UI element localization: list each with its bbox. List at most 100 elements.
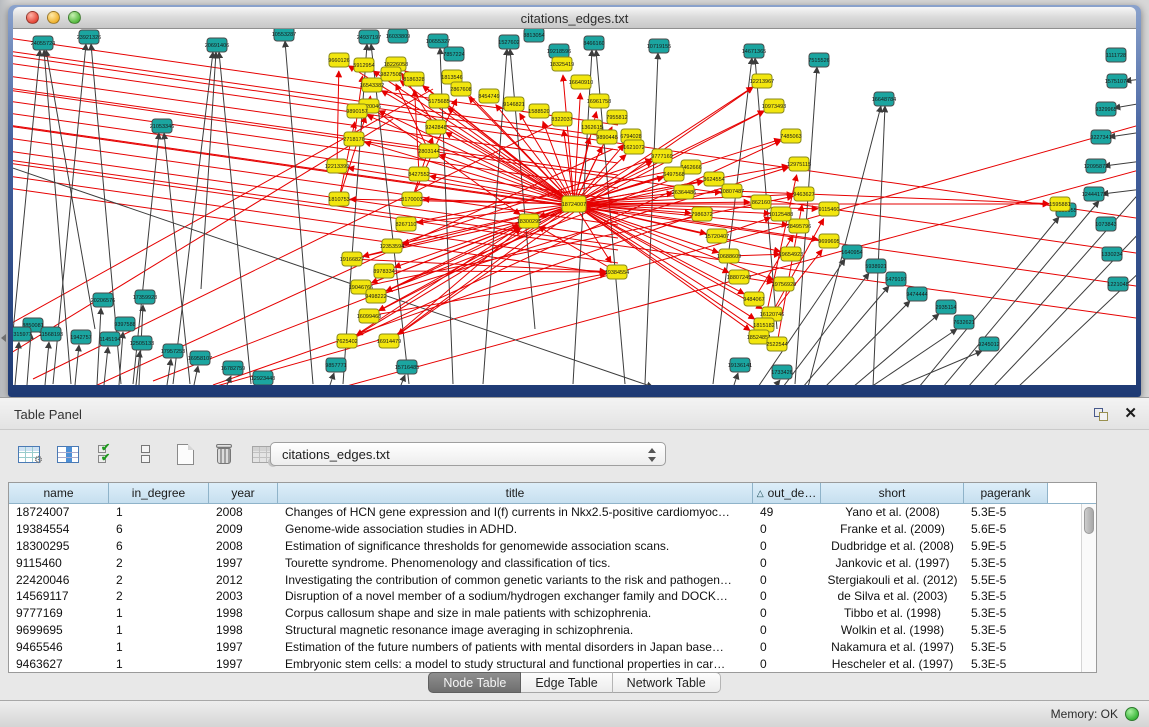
- network-node-label: 9245012: [978, 342, 999, 348]
- table-cell: 1: [109, 657, 209, 671]
- network-node-label: 2522544: [766, 342, 787, 348]
- table-cell: 9699695: [9, 623, 109, 637]
- table-row[interactable]: 911546021997Tourette syndrome. Phenomeno…: [9, 554, 1096, 571]
- network-node-label: 8466160: [583, 41, 604, 47]
- table-settings-button[interactable]: ⚙: [14, 439, 44, 469]
- network-node-label: 8322037: [551, 117, 572, 123]
- table-row[interactable]: 1456911722003Disruption of a novel membe…: [9, 588, 1096, 605]
- network-node-label: 15751074: [1105, 79, 1129, 85]
- network-node-label: 8267110: [395, 222, 416, 228]
- network-node-label: 16961758: [587, 99, 611, 105]
- tab-node-table[interactable]: Node Table: [428, 672, 521, 693]
- table-cell: 5.3E-5: [964, 589, 1048, 603]
- network-node-label: 1640954: [841, 250, 862, 256]
- table-cell: 18724007: [9, 505, 109, 519]
- network-node-label: 11568193: [39, 332, 63, 338]
- table-row[interactable]: 977716911998Corpus callosum shape and si…: [9, 605, 1096, 622]
- table-cell: Stergiakouli et al. (2012): [821, 573, 964, 587]
- table-cell: 1: [109, 505, 209, 519]
- table-type-tabs: Node TableEdge TableNetwork Table: [0, 672, 1149, 693]
- network-node-label: 9890157: [346, 109, 367, 115]
- network-node-label: 1813546: [441, 75, 462, 81]
- network-node-label: 12975115: [787, 162, 811, 168]
- table-cell: Tibbo et al. (1998): [821, 606, 964, 620]
- network-node-label: 10688609: [717, 254, 741, 260]
- table-row[interactable]: 1872400712008Changes of HCN gene express…: [9, 504, 1096, 521]
- table-cell: Jankovic et al. (1997): [821, 556, 964, 570]
- network-node-label: 10807487: [720, 189, 744, 195]
- network-node-label: 9857771: [325, 363, 346, 369]
- table-selector-dropdown[interactable]: citations_edges.txt: [270, 442, 666, 466]
- table-row[interactable]: 1830029562008Estimation of significance …: [9, 538, 1096, 555]
- table-cell: Embryonic stem cells: a model to study s…: [278, 657, 753, 671]
- table-cell: 2: [109, 589, 209, 603]
- network-node-label: 1595881: [1049, 202, 1070, 208]
- network-node-label: 9463627: [793, 192, 814, 198]
- table-cell: 1998: [209, 623, 278, 637]
- network-node-label: 6479197: [885, 277, 906, 283]
- table-cell: 6: [109, 539, 209, 553]
- network-node-label: 21053346: [150, 124, 174, 130]
- network-node-label: 862160: [752, 200, 770, 206]
- table-cell: 0: [753, 623, 821, 637]
- network-node-label: 16120746: [760, 312, 784, 318]
- table-row[interactable]: 969969511998Structural magnetic resonanc…: [9, 622, 1096, 639]
- column-header-pagerank[interactable]: pagerank: [964, 483, 1048, 503]
- network-node-label: 19756928: [772, 282, 796, 288]
- table-cell: 0: [753, 539, 821, 553]
- network-node-label: 1221048: [1107, 282, 1128, 288]
- network-node-label: 7857224: [443, 52, 464, 58]
- table-cell: 1: [109, 640, 209, 654]
- table-cell: 0: [753, 589, 821, 603]
- network-node-label: 16782759: [221, 366, 245, 372]
- table-cell: 2012: [209, 573, 278, 587]
- table-row[interactable]: 946554611997Estimation of the future num…: [9, 638, 1096, 655]
- network-node-label: 10553287: [272, 32, 296, 38]
- network-view[interactable]: 2405572423921326206914061055328724937197…: [13, 29, 1136, 385]
- delete-table-button[interactable]: [209, 439, 239, 469]
- network-node-label: 16648784: [872, 97, 896, 103]
- table-cell: 18300295: [9, 539, 109, 553]
- table-cell: 9463627: [9, 657, 109, 671]
- network-node-label: 16033809: [386, 34, 410, 40]
- network-node-label: 15720407: [705, 234, 729, 240]
- network-node-label: 6794028: [620, 134, 641, 140]
- network-graph[interactable]: 2405572423921326206914061055328724937197…: [13, 29, 1136, 385]
- network-node-label: 2803144: [418, 149, 439, 155]
- column-visibility-button[interactable]: [53, 439, 83, 469]
- table-row[interactable]: 1938455462009Genome-wide association stu…: [9, 521, 1096, 538]
- column-header-year[interactable]: year: [209, 483, 278, 503]
- column-header-short[interactable]: short: [821, 483, 964, 503]
- rows-icon: [141, 444, 151, 464]
- network-node-label: 9498222: [365, 294, 386, 300]
- column-header-in_degree[interactable]: in_degree: [109, 483, 209, 503]
- memory-status-indicator[interactable]: [1125, 707, 1139, 721]
- close-panel-icon[interactable]: ✕: [1124, 406, 1137, 422]
- table-cell: Corpus callosum shape and size in male p…: [278, 606, 753, 620]
- network-node-label: 12213967: [750, 79, 774, 85]
- network-node-label: 9397588: [114, 322, 135, 328]
- column-header-out_de[interactable]: △out_de…: [753, 483, 821, 503]
- table-scrollbar[interactable]: [1081, 504, 1096, 672]
- row-height-button[interactable]: [131, 439, 161, 469]
- network-window[interactable]: citations_edges.txt 24055724239213262069…: [8, 5, 1141, 397]
- scrollbar-thumb[interactable]: [1084, 507, 1094, 534]
- table-row[interactable]: 2242004622012Investigating the contribut…: [9, 571, 1096, 588]
- column-header-title[interactable]: title: [278, 483, 753, 503]
- network-window-titlebar[interactable]: citations_edges.txt: [13, 7, 1136, 29]
- tab-edge-table[interactable]: Edge Table: [521, 672, 612, 693]
- float-panel-icon[interactable]: [1094, 406, 1110, 422]
- network-node-label: 1810753: [328, 197, 349, 203]
- new-table-button[interactable]: [170, 439, 200, 469]
- table-cell: 0: [753, 573, 821, 587]
- network-node-label: 1733426: [771, 370, 792, 376]
- column-header-name[interactable]: name: [9, 483, 109, 503]
- table-cell: Disruption of a novel member of a sodium…: [278, 589, 753, 603]
- tab-network-table[interactable]: Network Table: [613, 672, 721, 693]
- network-node-label: 12505133: [130, 341, 154, 347]
- memory-status-label: Memory: OK: [1051, 707, 1118, 721]
- network-node-label: 12353594: [380, 244, 404, 250]
- panel-splitter-marker[interactable]: [1, 334, 6, 342]
- table-row[interactable]: 946362711997Embryonic stem cells: a mode…: [9, 655, 1096, 672]
- select-checks-button[interactable]: ✔✔: [92, 439, 122, 469]
